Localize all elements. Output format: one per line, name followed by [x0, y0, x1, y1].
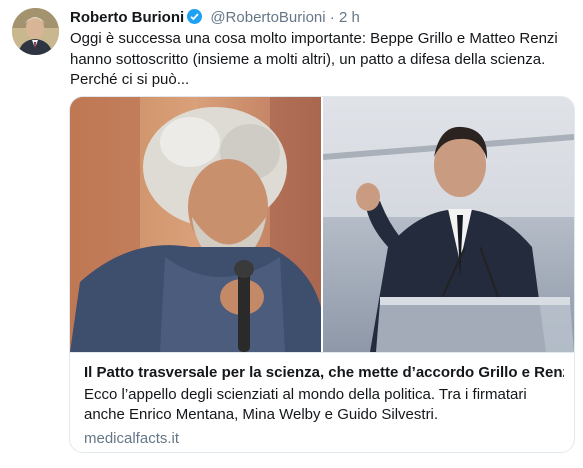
link-card[interactable]: Il Patto trasversale per la scienza, che…	[69, 96, 575, 453]
tweet-header: Roberto Burioni @RobertoBurioni · 2 h	[70, 8, 360, 28]
tweet-text: Oggi è successa una cosa molto important…	[70, 30, 558, 88]
tweet-timestamp[interactable]: 2 h	[339, 9, 360, 26]
card-title[interactable]: Il Patto trasversale per la scienza, che…	[84, 363, 564, 383]
card-description: Ecco l’appello degli scienziati al mondo…	[84, 386, 527, 423]
card-image[interactable]	[70, 97, 574, 352]
card-body[interactable]: Il Patto trasversale per la scienza, che…	[70, 352, 574, 452]
author-name[interactable]: Roberto Burioni	[70, 9, 184, 26]
author-handle[interactable]: @RobertoBurioni	[210, 9, 325, 26]
card-domain[interactable]: medicalfacts.it	[84, 429, 179, 449]
separator-dot: ·	[329, 9, 335, 26]
avatar[interactable]	[12, 8, 59, 55]
verified-badge-icon	[187, 9, 203, 24]
